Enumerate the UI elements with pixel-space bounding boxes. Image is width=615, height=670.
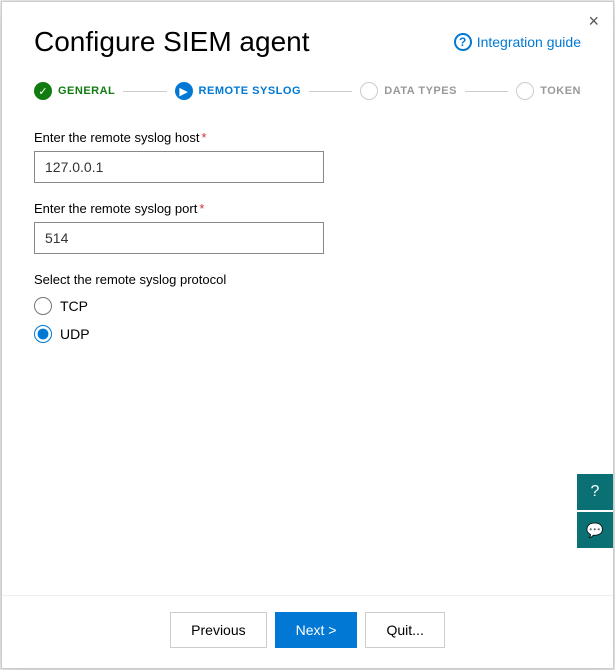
dialog-content: Enter the remote syslog host* Enter the … <box>2 110 613 595</box>
protocol-field-group: Select the remote syslog protocol TCP UD… <box>34 272 581 343</box>
integration-guide-link[interactable]: ? Integration guide <box>454 33 581 51</box>
step-line-3 <box>465 91 508 92</box>
port-label: Enter the remote syslog port* <box>34 201 581 216</box>
protocol-tcp-option[interactable]: TCP <box>34 297 581 315</box>
step-line-1 <box>123 91 166 92</box>
step-remote-syslog-icon: ▶ <box>175 82 193 100</box>
host-label: Enter the remote syslog host* <box>34 130 581 145</box>
side-help-icon: ? <box>591 483 600 501</box>
side-actions: ? 💬 <box>577 474 613 548</box>
port-input[interactable] <box>34 222 324 254</box>
step-general: ✓ GENERAL <box>34 82 115 100</box>
integration-guide-icon: ? <box>454 33 472 51</box>
side-chat-button[interactable]: 💬 <box>577 512 613 548</box>
previous-button[interactable]: Previous <box>170 612 266 648</box>
step-general-icon: ✓ <box>34 82 52 100</box>
side-help-button[interactable]: ? <box>577 474 613 510</box>
protocol-udp-option[interactable]: UDP <box>34 325 581 343</box>
quit-button[interactable]: Quit... <box>365 612 444 648</box>
step-remote-syslog-label: REMOTE SYSLOG <box>199 85 301 97</box>
step-token: TOKEN <box>516 82 581 100</box>
protocol-udp-radio[interactable] <box>34 325 52 343</box>
step-token-label: TOKEN <box>540 85 581 97</box>
step-remote-syslog: ▶ REMOTE SYSLOG <box>175 82 301 100</box>
dialog-header: Configure SIEM agent ? Integration guide <box>2 2 613 68</box>
port-field-group: Enter the remote syslog port* <box>34 201 581 254</box>
integration-guide-label: Integration guide <box>477 34 581 50</box>
step-general-label: GENERAL <box>58 85 115 97</box>
protocol-tcp-radio[interactable] <box>34 297 52 315</box>
host-field-group: Enter the remote syslog host* <box>34 130 581 183</box>
dialog-footer: Previous Next > Quit... <box>2 595 613 668</box>
protocol-label: Select the remote syslog protocol <box>34 272 581 287</box>
configure-siem-dialog: × Configure SIEM agent ? Integration gui… <box>1 1 614 669</box>
stepper: ✓ GENERAL ▶ REMOTE SYSLOG DATA TYPES TOK… <box>2 68 613 110</box>
step-data-types-label: DATA TYPES <box>384 85 457 97</box>
side-chat-icon: 💬 <box>586 522 603 539</box>
dialog-title: Configure SIEM agent <box>34 26 310 58</box>
close-button[interactable]: × <box>588 12 599 30</box>
protocol-tcp-label: TCP <box>60 298 88 314</box>
step-data-types: DATA TYPES <box>360 82 457 100</box>
step-token-icon <box>516 82 534 100</box>
protocol-udp-label: UDP <box>60 326 90 342</box>
host-input[interactable] <box>34 151 324 183</box>
next-button[interactable]: Next > <box>275 612 358 648</box>
step-data-types-icon <box>360 82 378 100</box>
step-line-2 <box>309 91 352 92</box>
